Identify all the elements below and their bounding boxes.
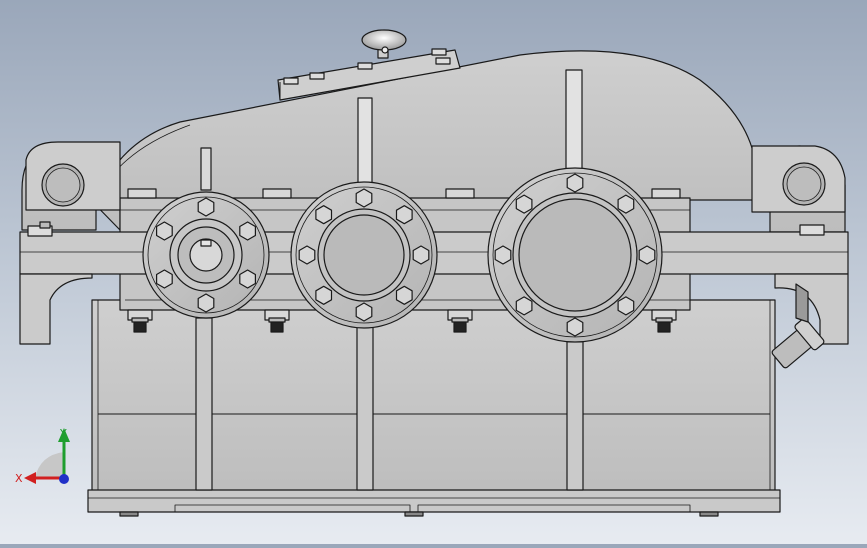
lower-housing [91,299,776,499]
flange-bolt-head [515,296,533,316]
flange-bolt-head [566,317,584,337]
flange-bolt-head [412,245,430,265]
flange-bolt-head [617,296,635,316]
gearbox-body [19,29,849,517]
base-plate [87,489,781,513]
flange-bolt-head [638,245,656,265]
flange-bolt-head [395,285,413,305]
flange-bolt-head [395,205,413,225]
z-axis-dot [59,474,69,484]
flange-bolt-head [617,194,635,214]
slot-3 [565,69,583,171]
rib-3 [566,339,584,491]
y-axis-label: Y [59,427,67,440]
flange-bolt-head [315,285,333,305]
x-axis-arrow [24,472,36,484]
flange-bolt-head [239,221,256,241]
left-foot [19,273,93,345]
model-viewport[interactable]: Y X [0,0,867,544]
rib-1 [195,317,213,491]
rib-2 [356,324,374,491]
flange-bolt-head [355,302,373,322]
flange-bolt-head [156,221,173,241]
oil-gauge [771,318,825,369]
flange-bolt-head [156,269,173,289]
slot-2 [357,97,373,185]
coordinate-triad: Y X [15,427,70,485]
flange-bolt-head [315,205,333,225]
slot-1 [200,147,212,191]
gearbox-model[interactable]: Y X [0,0,867,544]
x-axis-label: X [15,472,23,485]
flange-bolt-head [197,197,215,217]
bearing-flange-output [487,167,663,343]
flange-bolt-head [515,194,533,214]
flange-bolt-head [566,173,584,193]
flange-bolt-head [355,188,373,208]
flange-bolt-head [239,269,256,289]
flange-bolt-head [298,245,316,265]
flange-bolt-head [494,245,512,265]
flange-bolt-head [197,293,215,313]
